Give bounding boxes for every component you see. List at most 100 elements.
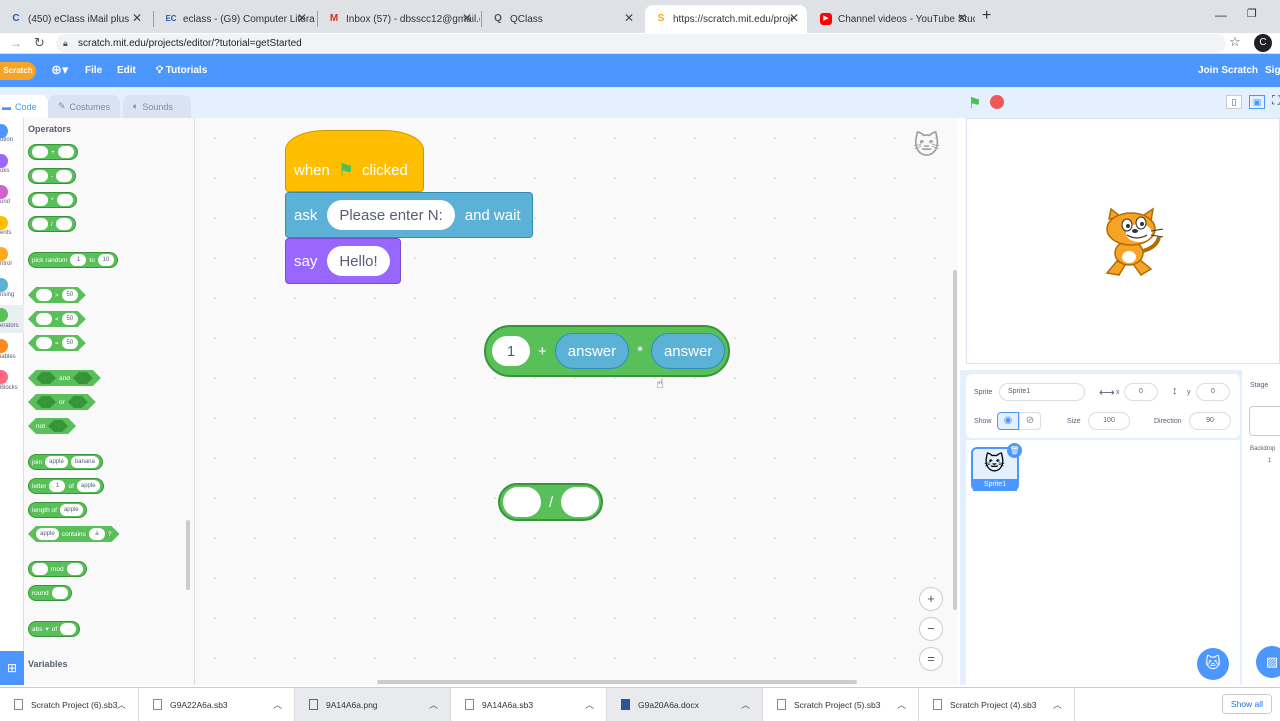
join-input-b[interactable]: banana <box>70 456 99 468</box>
stage-target-pane[interactable]: Stage Backdrop 1 ▨ <box>1246 374 1280 685</box>
value-input[interactable]: 50 <box>62 337 78 349</box>
abs-of-block[interactable]: abs ▾ of <box>28 621 81 637</box>
restore-icon[interactable]: ❐ <box>1247 7 1257 20</box>
letter-of-block[interactable]: letter 1 of apple <box>28 478 104 494</box>
stage-canvas[interactable] <box>966 118 1280 364</box>
contains-block[interactable]: apple contains a? <box>28 526 120 542</box>
category-label[interactable]: otion <box>0 137 13 143</box>
category-motion-icon[interactable] <box>0 124 8 138</box>
forward-icon[interactable]: → <box>10 36 22 50</box>
minimize-icon[interactable]: — <box>1215 8 1227 22</box>
workspace-vertical-scrollbar[interactable] <box>953 270 957 610</box>
profile-avatar[interactable]: C <box>1254 34 1272 52</box>
zoom-out-button[interactable]: − <box>919 617 943 641</box>
sprite-name-input[interactable]: Sprite1 <box>999 383 1085 401</box>
url-field[interactable]: 🔒︎ scratch.mit.edu/projects/editor/?tuto… <box>56 34 1226 53</box>
show-eye-icon[interactable]: ◉ <box>997 412 1019 430</box>
or-block[interactable]: or <box>28 394 96 410</box>
category-label[interactable]: ents <box>0 230 11 236</box>
say-block[interactable]: say Hello! <box>285 238 401 284</box>
x-input[interactable]: 0 <box>1124 383 1158 401</box>
tab-costumes[interactable]: ✎ Costumes <box>48 95 120 118</box>
close-icon[interactable]: ✕ <box>297 11 307 25</box>
ask-question-input[interactable]: Please enter N: <box>327 200 455 230</box>
number-input[interactable] <box>503 487 541 517</box>
close-icon[interactable]: ✕ <box>624 11 634 25</box>
edit-menu[interactable]: Edit <box>117 65 136 76</box>
function-dropdown[interactable]: abs <box>32 626 42 633</box>
category-label[interactable]: nsing <box>0 292 14 298</box>
show-all-button[interactable]: Show all <box>1222 694 1272 714</box>
close-icon[interactable]: ✕ <box>132 11 142 25</box>
bookmark-star-icon[interactable]: ☆ <box>1229 34 1241 50</box>
contains-letter-input[interactable]: a <box>89 528 105 540</box>
scratch-logo[interactable]: Scratch <box>0 62 36 80</box>
size-input[interactable]: 100 <box>1088 412 1130 430</box>
download-item[interactable]: G9a20A6a.docx ︿ <box>607 688 763 721</box>
browser-tab[interactable]: C (450) eClass iMail plus ✕ <box>0 5 150 33</box>
join-block[interactable]: join apple banana <box>28 454 103 470</box>
number-input[interactable] <box>561 487 600 517</box>
browser-tab[interactable]: Q QClass ✕ <box>482 5 642 33</box>
subtract-block[interactable]: - <box>28 168 77 184</box>
download-item[interactable]: Scratch Project (4).sb3 ︿ <box>919 688 1075 721</box>
chevron-up-icon[interactable]: ︿ <box>117 698 126 711</box>
category-looks-icon[interactable] <box>0 154 8 168</box>
new-tab-button[interactable]: + <box>982 7 991 25</box>
script-workspace[interactable]: when ⚑ clicked ask Please enter N: and w… <box>195 118 958 685</box>
number-input[interactable]: 1 <box>492 336 530 366</box>
chevron-up-icon[interactable]: ︿ <box>897 698 906 711</box>
pick-random-block[interactable]: pick random 1 to 10 <box>28 252 118 268</box>
browser-tab[interactable]: M Inbox (57) - dbsscc12@gmail.co ✕ <box>318 5 480 33</box>
round-block[interactable]: round <box>28 585 72 601</box>
zoom-in-button[interactable]: + <box>919 587 943 611</box>
say-message-input[interactable]: Hello! <box>327 246 390 276</box>
stop-button[interactable] <box>990 95 1004 109</box>
category-myblocks-icon[interactable] <box>0 370 8 384</box>
category-label[interactable]: Blocks <box>0 385 18 391</box>
browser-tab-active[interactable]: S https://scratch.mit.edu/projects/ ✕ <box>645 5 807 33</box>
delete-sprite-icon[interactable]: 🗑︎ <box>1007 443 1022 458</box>
close-icon[interactable]: ✕ <box>462 11 472 25</box>
scratch-cat-sprite[interactable] <box>1097 207 1167 281</box>
browser-tab[interactable]: ▶ Channel videos - YouTube Studio ✕ <box>810 5 975 33</box>
category-label[interactable]: ntrol <box>0 261 12 267</box>
add-block[interactable]: + <box>28 144 78 160</box>
chevron-up-icon[interactable]: ︿ <box>429 698 438 711</box>
category-label[interactable]: iables <box>0 354 16 360</box>
browser-tab[interactable]: EC eclass - (G9) Computer Literacy · ✕ <box>155 5 315 33</box>
chevron-up-icon[interactable]: ︿ <box>1053 698 1062 711</box>
mod-block[interactable]: mod <box>28 561 87 577</box>
ask-and-wait-block[interactable]: ask Please enter N: and wait <box>285 192 533 238</box>
less-than-block[interactable]: <50 <box>28 311 86 327</box>
download-item[interactable]: Scratch Project (6).sb3 ︿ <box>0 688 139 721</box>
multiply-block[interactable]: * <box>28 192 77 208</box>
tab-sounds[interactable]: 🔈︎ Sounds <box>123 95 191 118</box>
sprite-thumbnail[interactable]: 🐱︎ Sprite1 🗑︎ <box>971 443 1022 491</box>
small-stage-icon[interactable]: ▯ <box>1226 95 1242 109</box>
hide-eye-icon[interactable]: ⊘ <box>1019 412 1041 430</box>
category-events-icon[interactable] <box>0 216 8 230</box>
divide-expression-block[interactable]: / <box>498 483 603 521</box>
y-input[interactable]: 0 <box>1196 383 1230 401</box>
category-variables-icon[interactable] <box>0 339 8 353</box>
fullscreen-icon[interactable]: ⛶ <box>1272 93 1280 108</box>
add-sprite-button[interactable]: 🐱︎ <box>1197 648 1229 680</box>
download-item[interactable]: Scratch Project (5).sb3 ︿ <box>763 688 919 721</box>
sign-in-link[interactable]: Sign <box>1265 65 1280 76</box>
backdrop-thumbnail[interactable] <box>1249 406 1280 436</box>
category-control-icon[interactable] <box>0 247 8 261</box>
not-block[interactable]: not <box>28 418 76 434</box>
greater-than-block[interactable]: >50 <box>28 287 86 303</box>
category-label[interactable]: und <box>0 199 10 205</box>
value-input[interactable]: 50 <box>62 313 78 325</box>
join-scratch-link[interactable]: Join Scratch <box>1198 65 1258 76</box>
large-stage-icon[interactable]: ▣ <box>1249 95 1265 109</box>
workspace-horizontal-scrollbar[interactable] <box>377 680 857 684</box>
answer-reporter[interactable]: answer <box>554 333 630 369</box>
length-of-block[interactable]: length of apple <box>28 502 87 518</box>
contains-word-input[interactable]: apple <box>36 528 59 540</box>
value-input[interactable]: 50 <box>62 289 78 301</box>
chevron-up-icon[interactable]: ︿ <box>741 698 750 711</box>
from-input[interactable]: 1 <box>70 254 87 266</box>
